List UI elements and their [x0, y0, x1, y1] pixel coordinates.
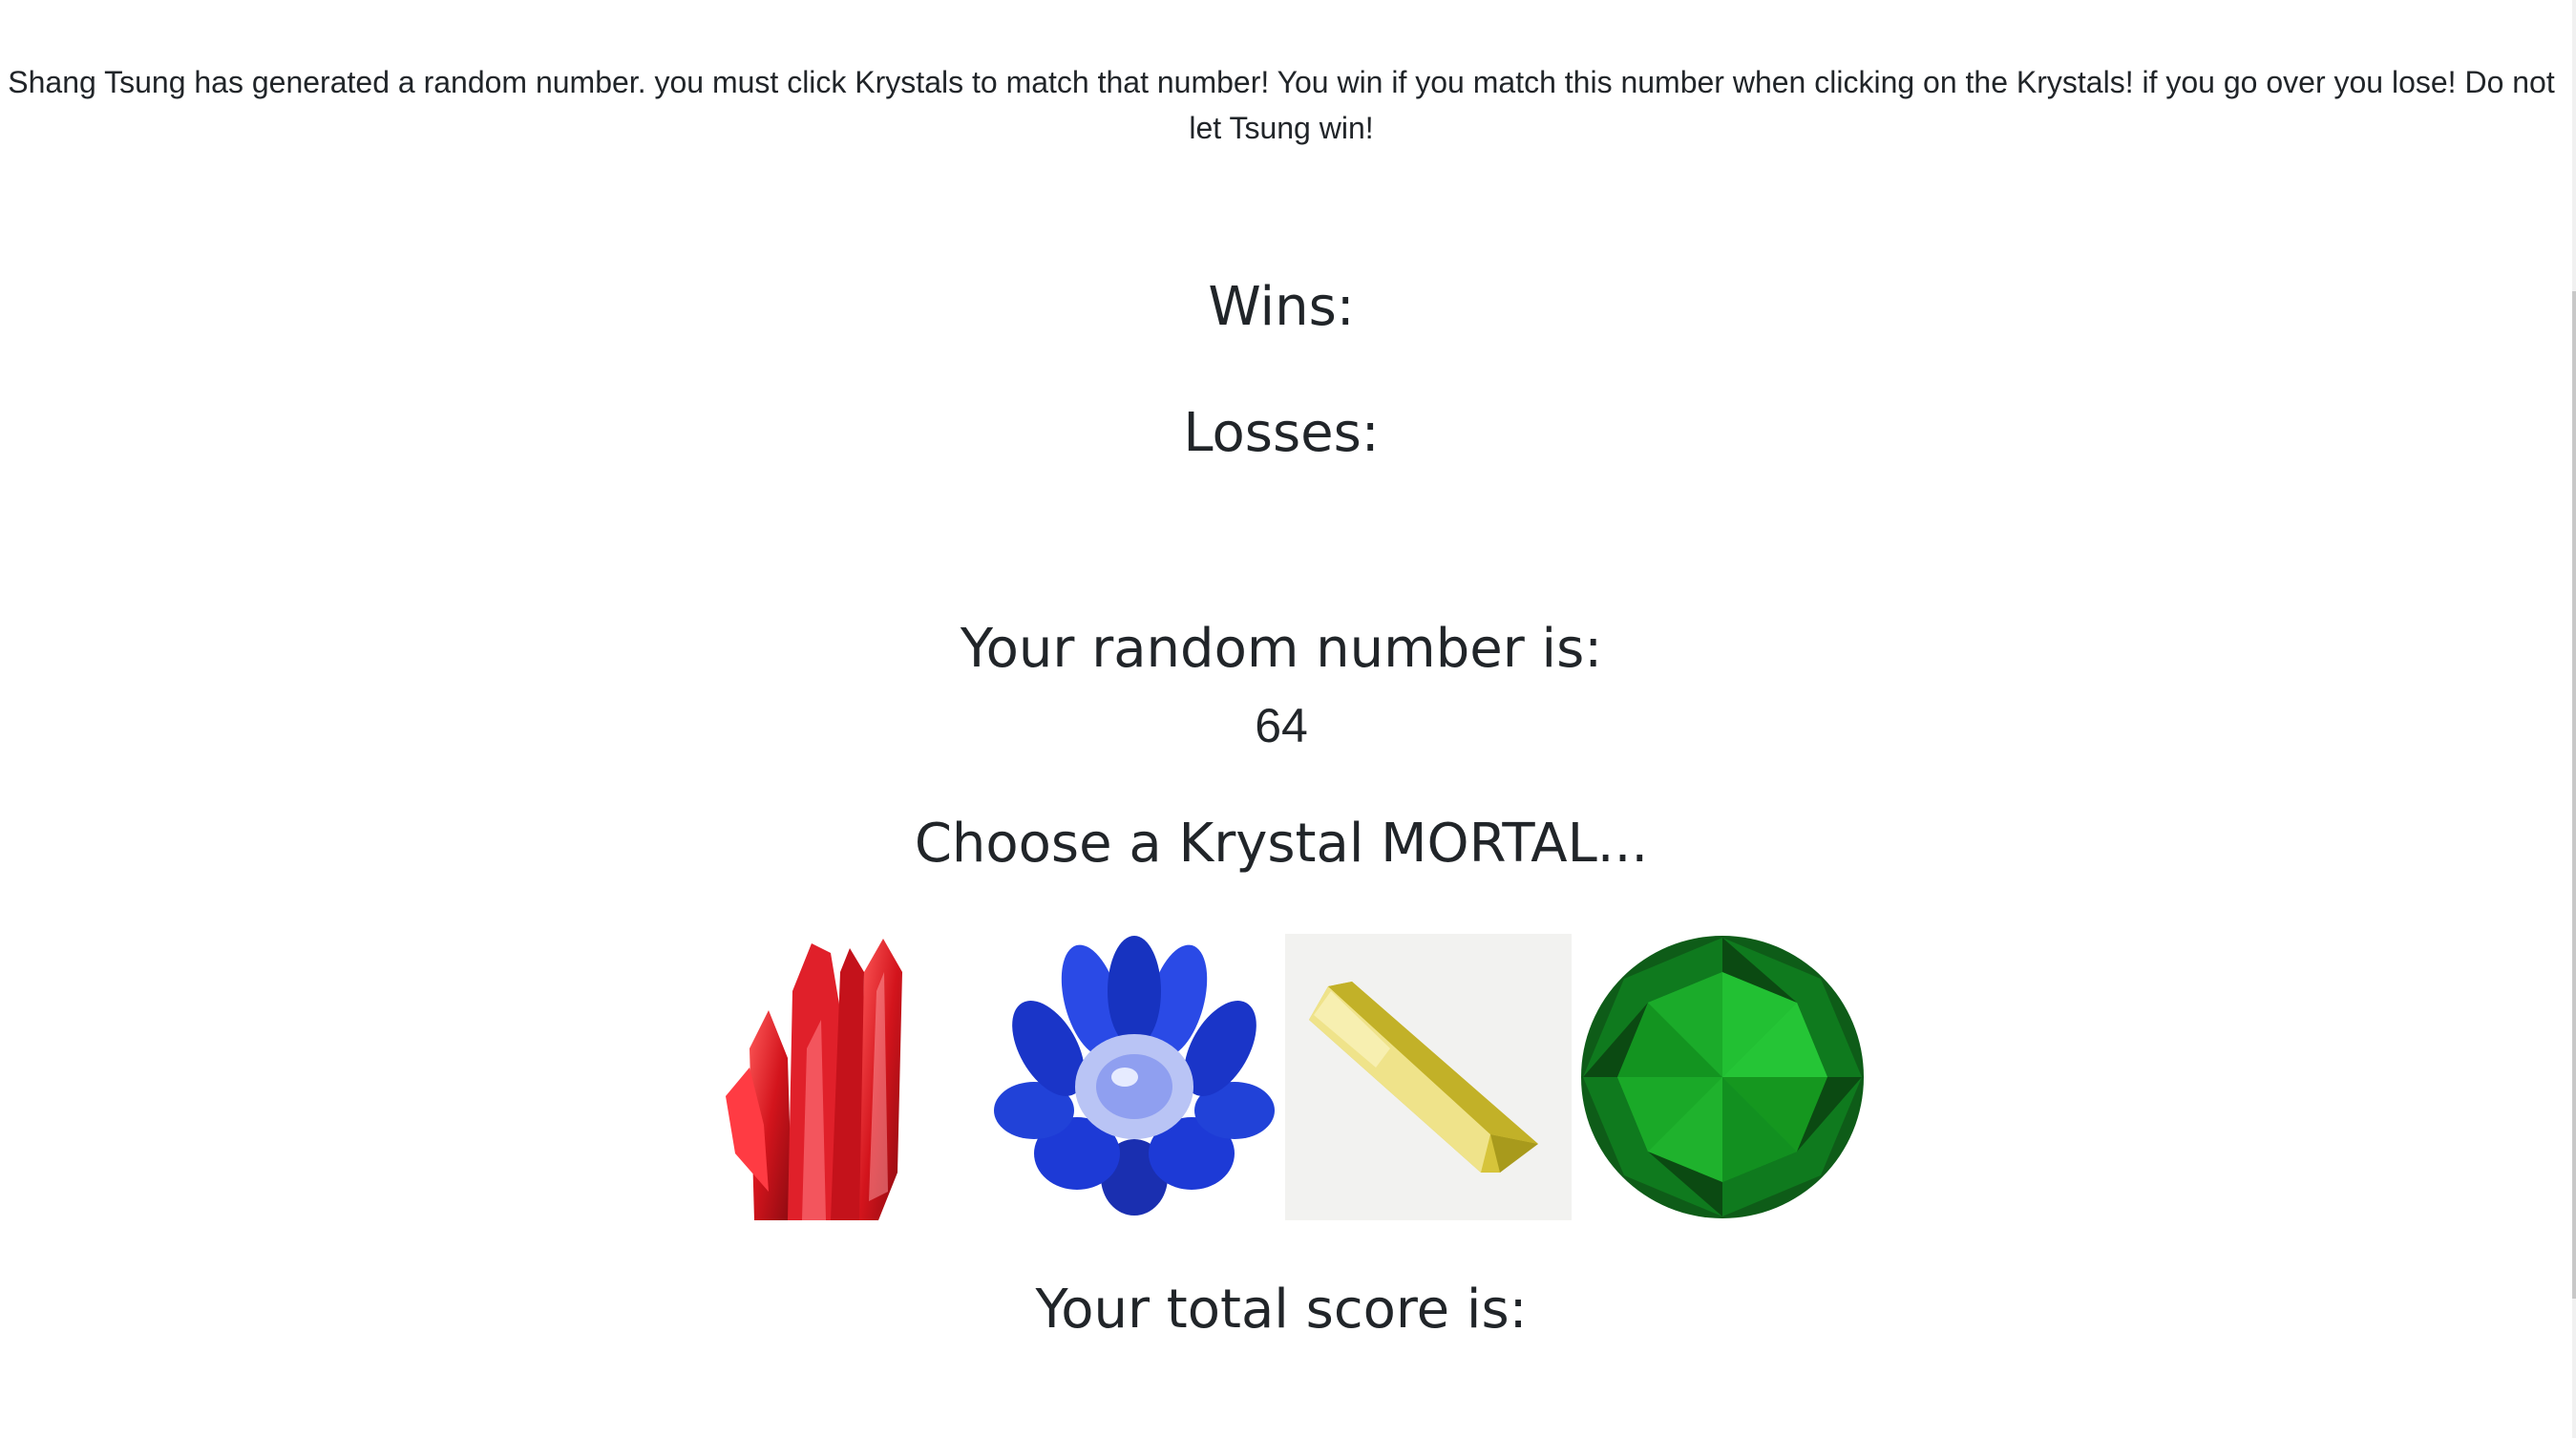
krystal-red-button[interactable]	[697, 934, 983, 1220]
yellow-crystal-point-icon	[1285, 934, 1572, 1220]
scrollbar-thumb[interactable]	[2572, 291, 2576, 1299]
green-diamond-gem-icon	[1581, 936, 1864, 1218]
red-crystal-cluster-icon	[726, 939, 902, 1220]
random-number-value: 64	[1255, 699, 1308, 752]
krystal-row	[0, 934, 2563, 1220]
krystal-yellow-button[interactable]	[1285, 934, 1572, 1220]
blue-lotus-crystal-icon	[994, 936, 1275, 1216]
choose-krystal-heading: Choose a Krystal MORTAL...	[914, 813, 1649, 875]
krystal-blue-button[interactable]	[991, 934, 1277, 1220]
game-instructions: Shang Tsung has generated a random numbe…	[8, 65, 2555, 145]
krystal-green-button[interactable]	[1579, 934, 1866, 1220]
random-number-heading: Your random number is:	[960, 618, 1603, 680]
losses-heading: Losses:	[1183, 402, 1380, 464]
wins-heading: Wins:	[1208, 276, 1355, 338]
total-score-heading: Your total score is:	[1035, 1279, 1528, 1341]
